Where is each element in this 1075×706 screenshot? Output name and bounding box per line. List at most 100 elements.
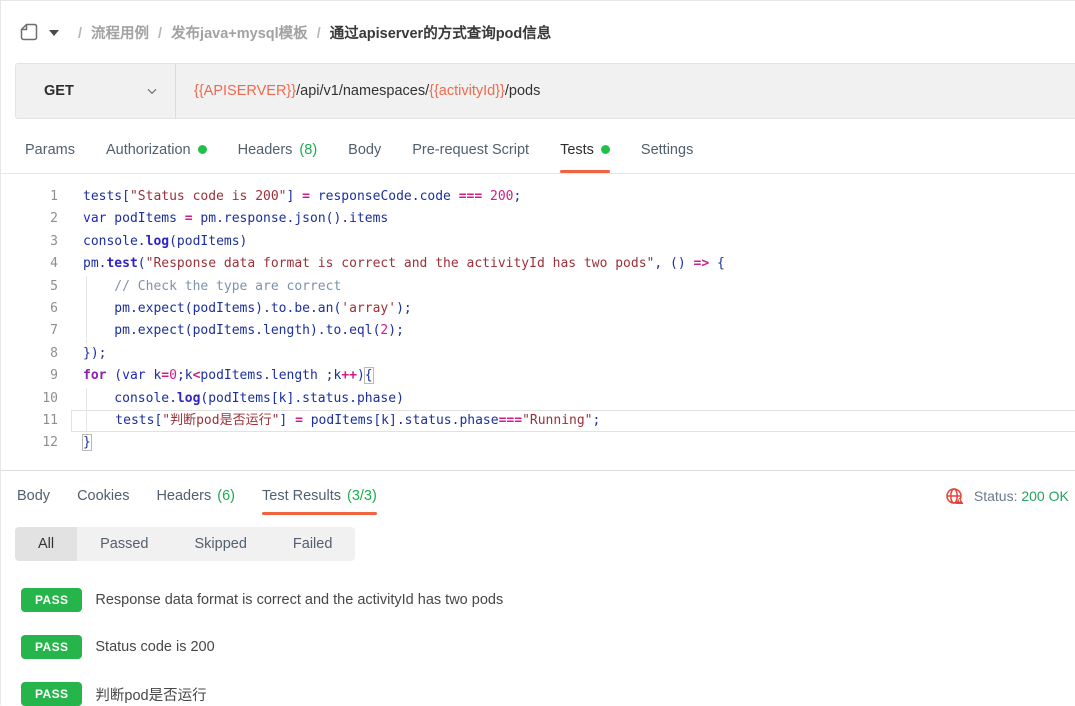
test-result-row: PASSStatus code is 200 [21, 635, 1075, 659]
code-token: (podItems[k].status.phase) [200, 391, 404, 406]
code-content[interactable]: console.log(podItems) [71, 231, 1075, 253]
tab-label: Headers [156, 488, 211, 504]
code-token: var [83, 211, 106, 226]
code-token: ( [106, 368, 122, 383]
line-number: 9 [1, 365, 71, 387]
tab-label: Params [25, 142, 75, 158]
tab-authorization[interactable]: Authorization [106, 126, 207, 173]
code-token: k [146, 368, 162, 383]
code-token: ;k [177, 368, 193, 383]
line-number: 5 [1, 276, 71, 298]
breadcrumb-item[interactable]: 通过apiserver的方式查询pod信息 [330, 26, 552, 42]
line-number: 4 [1, 253, 71, 275]
url-bar: GET {{APISERVER}}/api/v1/namespaces/{{ac… [15, 63, 1075, 119]
code-line[interactable]: 6 pm.expect(podItems).to.be.an('array'); [1, 298, 1075, 320]
code-content[interactable]: tests["判断pod是否运行"] = podItems[k].status.… [71, 410, 1075, 432]
code-token: (podItems) [169, 234, 247, 249]
code-line[interactable]: 12} [1, 432, 1075, 454]
code-line[interactable]: 4pm.test("Response data format is correc… [1, 253, 1075, 275]
code-token: "Status code is 200" [130, 189, 287, 204]
collection-file-icon[interactable] [19, 22, 39, 42]
tab-label: Pre-request Script [412, 142, 529, 158]
code-line[interactable]: 5 // Check the type are correct [1, 276, 1075, 298]
status-label: Status: [974, 488, 1018, 504]
filter-failed[interactable]: Failed [270, 527, 356, 561]
breadcrumb-item[interactable]: 流程用例 [91, 26, 149, 42]
code-content[interactable]: var podItems = pm.response.json().items [71, 208, 1075, 230]
code-content[interactable]: console.log(podItems[k].status.phase) [71, 388, 1075, 410]
code-token: "判断pod是否运行" [162, 413, 279, 428]
breadcrumb-items: /流程用例/发布java+mysql模板/通过apiserver的方式查询pod… [69, 22, 551, 43]
code-content[interactable]: }); [71, 343, 1075, 365]
filter-skipped[interactable]: Skipped [172, 527, 270, 561]
code-token: tests[ [84, 413, 162, 428]
tab-label: Body [17, 488, 50, 504]
code-line[interactable]: 2var podItems = pm.response.json().items [1, 208, 1075, 230]
code-content[interactable]: // Check the type are correct [71, 276, 1075, 298]
code-token: ] [287, 189, 303, 204]
method-label: GET [44, 83, 74, 99]
code-line[interactable]: 8}); [1, 343, 1075, 365]
code-content[interactable]: pm.expect(podItems).to.be.an('array'); [71, 298, 1075, 320]
method-select[interactable]: GET [16, 64, 176, 118]
tab-body[interactable]: Body [17, 471, 50, 521]
code-content[interactable]: } [71, 432, 1075, 454]
code-content[interactable]: tests["Status code is 200"] = responseCo… [71, 186, 1075, 208]
tab-label: Settings [641, 142, 693, 158]
code-content[interactable]: pm.test("Response data format is correct… [71, 253, 1075, 275]
result-filters: AllPassedSkippedFailed [15, 527, 355, 561]
code-content[interactable]: pm.expect(podItems.length).to.eql(2); [71, 320, 1075, 342]
code-line[interactable]: 11 tests["判断pod是否运行"] = podItems[k].stat… [1, 410, 1075, 432]
status-value: 200 OK [1021, 488, 1068, 504]
tab-tests[interactable]: Tests [560, 126, 610, 173]
test-result-label: 判断pod是否运行 [95, 684, 206, 705]
tab-settings[interactable]: Settings [641, 126, 693, 173]
code-token: log [146, 234, 169, 249]
network-error-icon[interactable] [945, 487, 965, 505]
tab-cookies[interactable]: Cookies [77, 471, 129, 521]
code-line[interactable]: 1tests["Status code is 200"] = responseC… [1, 186, 1075, 208]
code-content[interactable]: for (var k=0;k<podItems.length ;k++){ [71, 365, 1075, 387]
green-dot-icon [601, 145, 610, 154]
url-input[interactable]: {{APISERVER}}/api/v1/namespaces/{{activi… [176, 64, 1075, 118]
tab-body[interactable]: Body [348, 126, 381, 173]
test-result-row: PASS判断pod是否运行 [21, 682, 1075, 706]
code-token: ; [593, 413, 601, 428]
code-token: podItems[k].status.phase [303, 413, 499, 428]
tab-label: Tests [560, 142, 594, 158]
code-token: 0 [169, 368, 177, 383]
breadcrumb-item[interactable]: 发布java+mysql模板 [171, 26, 308, 42]
code-token: console. [83, 234, 146, 249]
code-line[interactable]: 10 console.log(podItems[k].status.phase) [1, 388, 1075, 410]
code-token: } [82, 434, 92, 451]
filter-all[interactable]: All [15, 527, 77, 561]
code-token: var [122, 368, 145, 383]
code-token: test [106, 256, 137, 271]
chevron-down-icon[interactable] [49, 30, 59, 36]
tab-pre-request-script[interactable]: Pre-request Script [412, 126, 529, 173]
tab-test-results[interactable]: Test Results(3/3) [262, 471, 377, 521]
code-token: 200 [482, 189, 513, 204]
code-token: ); [396, 301, 412, 316]
code-line[interactable]: 7 pm.expect(podItems.length).to.eql(2); [1, 320, 1075, 342]
tab-label: Test Results [262, 488, 341, 504]
tab-headers[interactable]: Headers(6) [156, 471, 235, 521]
code-line[interactable]: 9for (var k=0;k<podItems.length ;k++){ [1, 365, 1075, 387]
code-token: ; [514, 189, 522, 204]
code-token: === [499, 413, 522, 428]
code-token: = [302, 189, 310, 204]
code-line[interactable]: 3console.log(podItems) [1, 231, 1075, 253]
code-token: "Response data format is correct and the… [146, 256, 655, 271]
tab-headers[interactable]: Headers(8) [238, 126, 318, 173]
tab-label: Authorization [106, 142, 191, 158]
tab-params[interactable]: Params [25, 126, 75, 173]
code-token: 'array' [341, 301, 396, 316]
url-variable: {{activityId}} [429, 83, 505, 99]
code-token: ] [279, 413, 295, 428]
test-result-label: Status code is 200 [95, 639, 214, 655]
tests-code-editor[interactable]: 1tests["Status code is 200"] = responseC… [1, 174, 1075, 471]
tab-label: Headers [238, 142, 293, 158]
code-token: pm.expect(podItems).to.be.an( [83, 301, 341, 316]
response-tabs: Body Cookies Headers(6) Test Results(3/3) S… [1, 471, 1075, 521]
filter-passed[interactable]: Passed [77, 527, 171, 561]
